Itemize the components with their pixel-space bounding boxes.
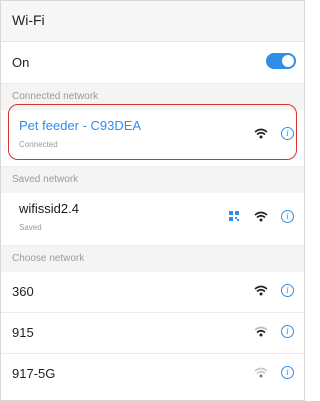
wifi-settings-panel: Wi-Fi On Connected network Pet feeder - … [0, 0, 305, 401]
section-choose-network: Choose network [1, 245, 304, 273]
saved-network-status: Saved [19, 223, 42, 232]
wifi-toggle-label: On [12, 55, 30, 70]
toggle-knob [282, 55, 294, 67]
network-name: 917-5G [12, 366, 56, 381]
info-icon[interactable]: i [281, 325, 294, 338]
wifi-toggle-row: On [1, 42, 304, 82]
section-label: Saved network [12, 174, 79, 185]
info-icon[interactable]: i [281, 284, 294, 297]
section-label: Choose network [12, 253, 85, 264]
wifi-toggle[interactable] [266, 53, 296, 69]
wifi-signal-medium-icon [254, 211, 268, 222]
network-row-917-5g[interactable]: 917-5G i [1, 354, 304, 394]
page-title: Wi-Fi [12, 12, 45, 28]
qr-code-icon[interactable] [229, 211, 239, 221]
network-row-915[interactable]: 915 i [1, 313, 304, 353]
network-name: 360 [12, 284, 34, 299]
connected-network-highlight [8, 104, 297, 160]
header-bar: Wi-Fi [1, 1, 304, 42]
wifi-signal-icon [254, 367, 268, 378]
wifi-signal-icon [254, 326, 268, 337]
wifi-signal-icon [254, 285, 268, 296]
section-saved-network: Saved network [1, 166, 304, 194]
info-icon[interactable]: i [281, 366, 294, 379]
info-icon[interactable]: i [281, 210, 294, 223]
network-name: 915 [12, 325, 34, 340]
saved-network-row[interactable]: wifissid2.4 Saved i [1, 193, 304, 243]
section-label: Connected network [12, 91, 99, 102]
saved-network-name: wifissid2.4 [19, 201, 79, 216]
network-row-360[interactable]: 360 i [1, 272, 304, 312]
